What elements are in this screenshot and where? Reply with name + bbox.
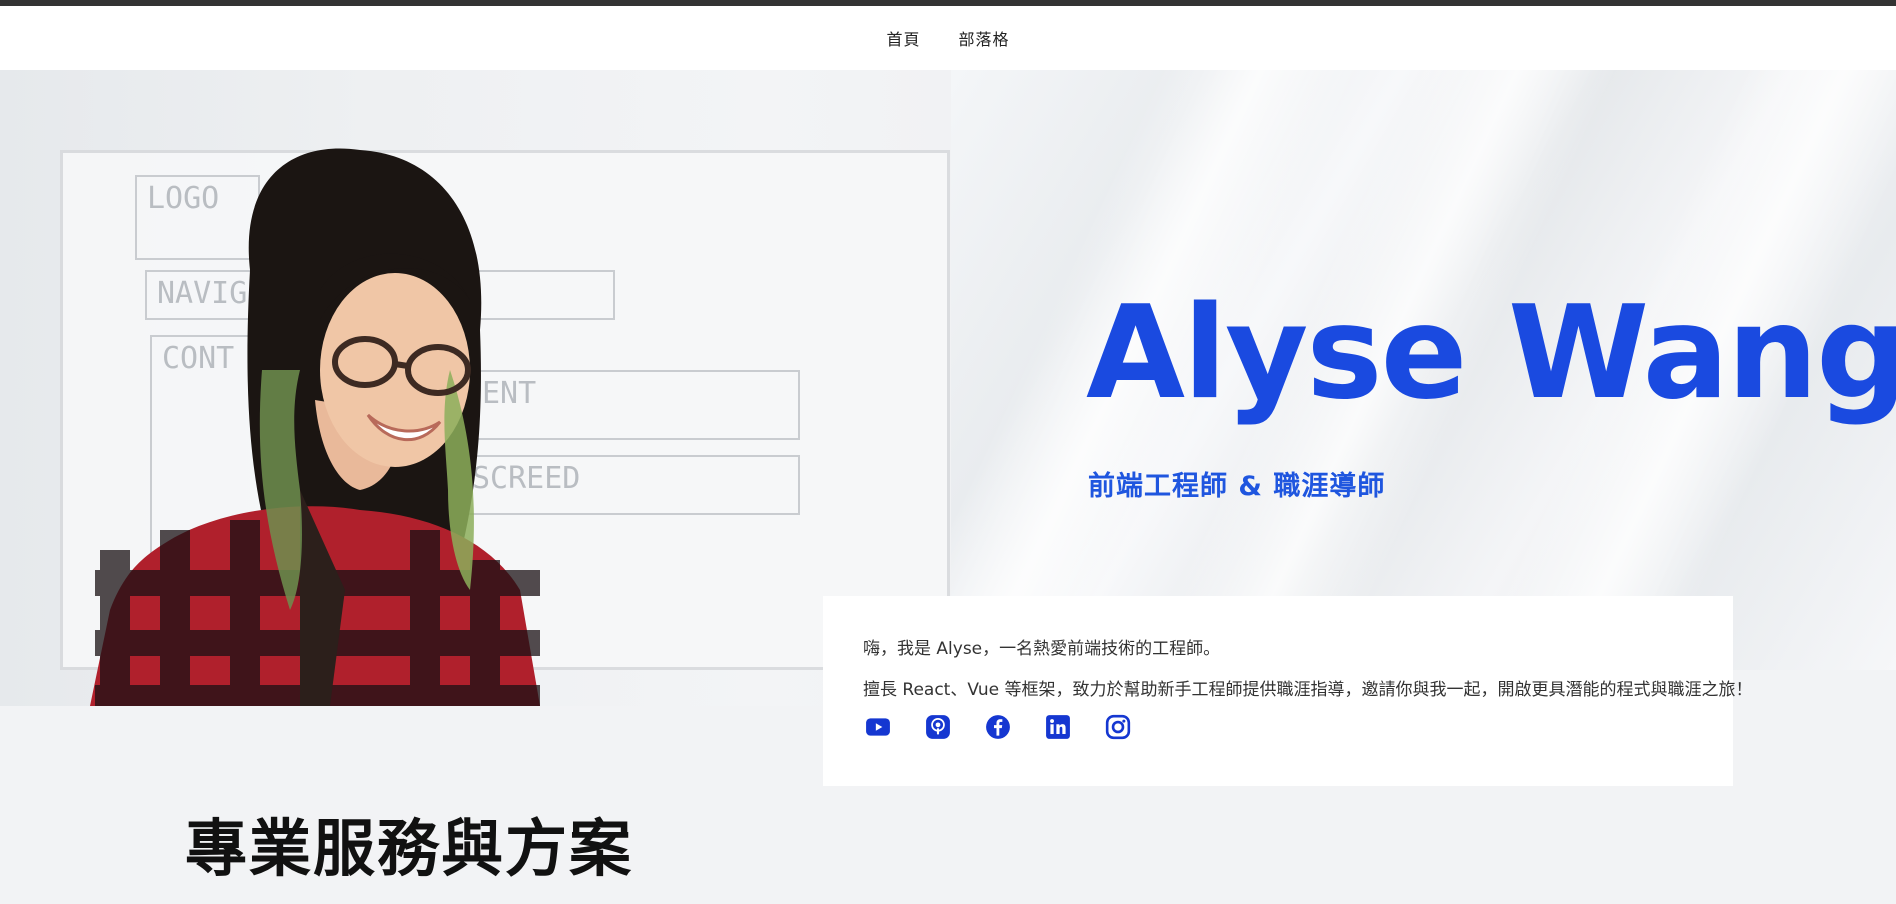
services-section-title: 專業服務與方案 <box>185 812 634 885</box>
instagram-icon[interactable] <box>1103 712 1133 742</box>
main-nav: 首頁 部落格 <box>0 6 1896 70</box>
hero-subtitle: 前端工程師 & 職涯導師 <box>1088 471 1386 502</box>
youtube-icon[interactable] <box>863 712 893 742</box>
intro-card: 嗨，我是 Alyse，一名熱愛前端技術的工程師。 擅長 React、Vue 等框… <box>823 596 1753 786</box>
intro-line-2: 擅長 React、Vue 等框架，致力於幫助新手工程師提供職涯指導，邀請你與我一… <box>863 680 1753 700</box>
linkedin-icon[interactable] <box>1043 712 1073 742</box>
hero-photo: LOGO NAVIG CONT ENT SCREED <box>0 70 951 706</box>
facebook-icon[interactable] <box>983 712 1013 742</box>
nav-item-blog[interactable]: 部落格 <box>959 26 1010 50</box>
social-links <box>863 712 1133 742</box>
hero-name: Alyse Wang <box>1086 279 1896 428</box>
nav-item-home[interactable]: 首頁 <box>886 26 920 50</box>
podcast-icon[interactable] <box>923 712 953 742</box>
intro-line-1: 嗨，我是 Alyse，一名熱愛前端技術的工程師。 <box>863 639 1221 659</box>
portrait-illustration <box>90 148 540 706</box>
